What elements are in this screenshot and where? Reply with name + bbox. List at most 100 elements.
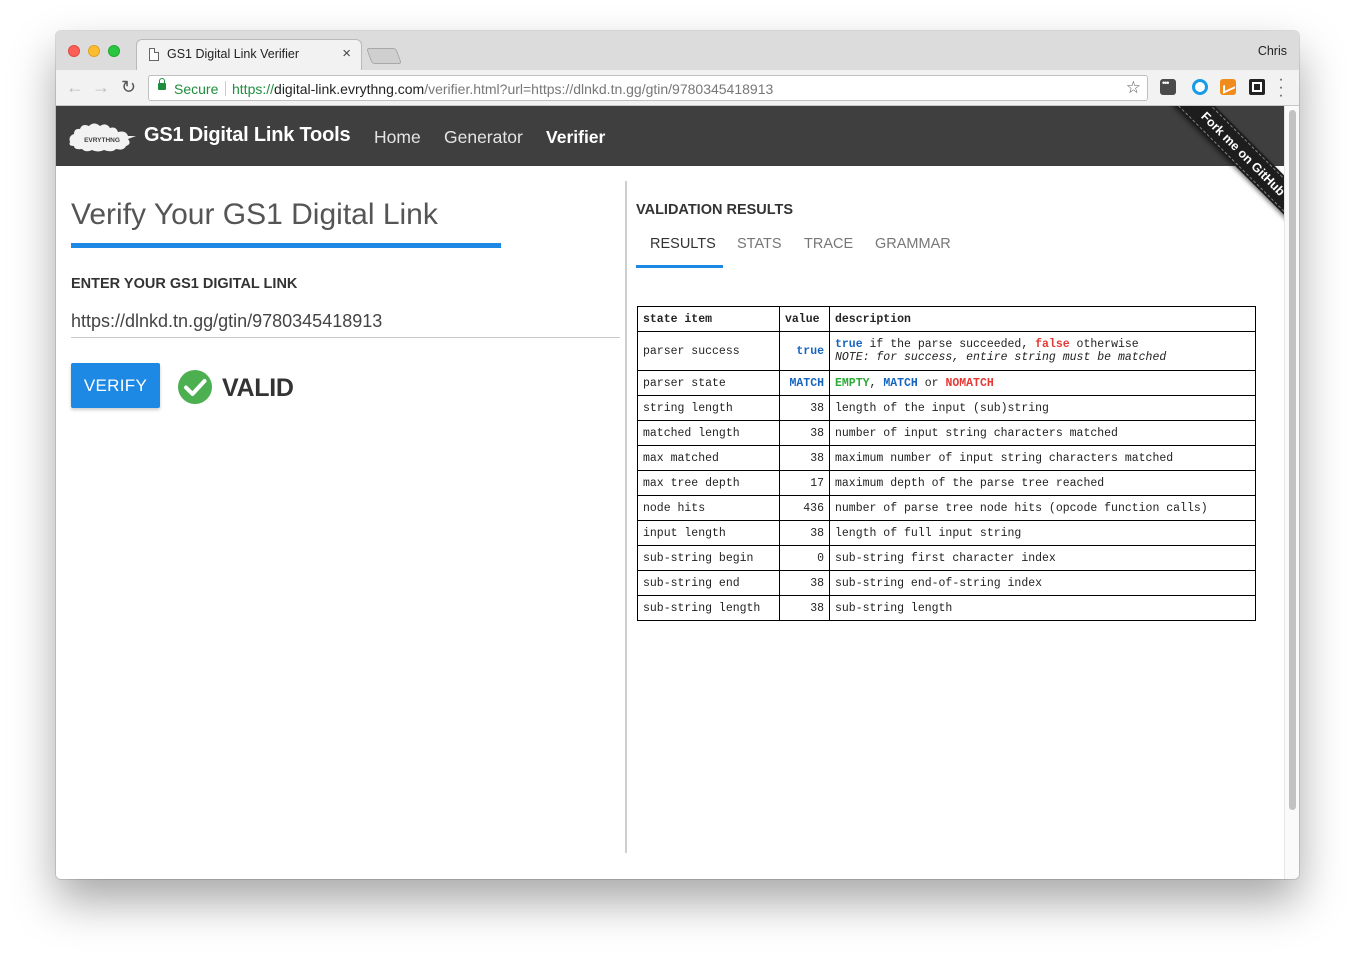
cell-description: number of input string characters matche…	[829, 420, 1256, 446]
browser-tab[interactable]: GS1 Digital Link Verifier ×	[136, 39, 362, 70]
digital-link-input[interactable]	[71, 306, 620, 338]
cell-description: sub-string first character index	[829, 545, 1256, 571]
table-row: parser success true true if the parse su…	[637, 331, 1256, 371]
cell-item: parser state	[637, 370, 780, 396]
cell-value: 38	[779, 570, 830, 596]
address-separator	[225, 81, 226, 96]
cell-description: number of parse tree node hits (opcode f…	[829, 495, 1256, 521]
cell-description: sub-string end-of-string index	[829, 570, 1256, 596]
cell-value: 38	[779, 595, 830, 621]
header-state-item: state item	[637, 306, 780, 332]
table-row: parser state MATCH EMPTY, MATCH or NOMAT…	[637, 370, 1256, 396]
table-row: sub-string end 38 sub-string end-of-string…	[637, 570, 1256, 596]
header-value: value	[779, 306, 830, 332]
profile-name[interactable]: Chris	[1258, 44, 1287, 58]
cell-description: length of the input (sub)string	[829, 395, 1256, 421]
table-row: input length 38 length of full input strin…	[637, 520, 1256, 546]
extension-square-icon[interactable]	[1249, 79, 1265, 95]
desc-text: or	[917, 376, 946, 390]
lock-icon	[158, 78, 166, 90]
browser-window: GS1 Digital Link Verifier × Chris ← → ↻ …	[56, 31, 1299, 879]
input-label: ENTER YOUR GS1 DIGITAL LINK	[71, 276, 298, 292]
results-table: state item value description parser succ…	[637, 306, 1256, 621]
tab-grammar[interactable]: GRAMMAR	[875, 236, 951, 252]
forward-icon[interactable]: →	[92, 76, 110, 98]
cell-value: 0	[779, 545, 830, 571]
table-row: string length 38 length of the input (sub)…	[637, 395, 1256, 421]
desc-text: ,	[869, 376, 884, 390]
active-tab-indicator	[636, 265, 723, 268]
page-scrollbar[interactable]	[1284, 106, 1299, 879]
header-description: description	[829, 306, 1256, 332]
secure-label: Secure	[174, 81, 219, 97]
scrollbar-thumb[interactable]	[1289, 110, 1296, 810]
page-icon	[149, 48, 159, 61]
cell-item: max matched	[637, 445, 780, 471]
evrythng-logo[interactable]: EVRYTHNG	[66, 120, 138, 154]
extension-dots-icon[interactable]	[1160, 78, 1176, 95]
extension-chart-icon[interactable]	[1220, 79, 1236, 95]
web-page: EVRYTHNG GS1 Digital Link Tools Home Gen…	[56, 106, 1284, 879]
maximize-window-button[interactable]	[108, 45, 120, 57]
close-window-button[interactable]	[68, 45, 80, 57]
nav-home-link[interactable]: Home	[374, 127, 421, 148]
validation-status: VALID	[222, 374, 294, 402]
cell-description: maximum depth of the parse tree reached	[829, 470, 1256, 496]
cell-description: maximum number of input string character…	[829, 445, 1256, 471]
url-scheme: https://	[232, 81, 275, 97]
cell-value: 17	[779, 470, 830, 496]
reload-icon[interactable]: ↻	[121, 76, 136, 98]
keyword-match: MATCH	[883, 376, 918, 390]
tab-title: GS1 Digital Link Verifier	[167, 47, 300, 61]
site-navbar: EVRYTHNG GS1 Digital Link Tools Home Gen…	[56, 106, 1284, 166]
cell-value: 38	[779, 445, 830, 471]
nav-verifier-link[interactable]: Verifier	[546, 127, 605, 148]
tab-trace[interactable]: TRACE	[804, 236, 853, 252]
title-underline	[71, 243, 501, 248]
table-row: node hits 436 number of parse tree node hi…	[637, 495, 1256, 521]
tab-results[interactable]: RESULTS	[650, 236, 716, 252]
table-row: max matched 38 maximum number of input str…	[637, 445, 1256, 471]
cell-value: 38	[779, 520, 830, 546]
url-host: digital-link.evrythng.com	[274, 81, 425, 97]
cell-item: sub-string length	[637, 595, 780, 621]
table-row: max tree depth 17 maximum depth of the par…	[637, 470, 1256, 496]
cell-description: EMPTY, MATCH or NOMATCH	[829, 370, 1256, 396]
nav-generator-link[interactable]: Generator	[444, 127, 523, 148]
table-header-row: state item value description	[637, 306, 1256, 332]
cell-item: sub-string begin	[637, 545, 780, 571]
cell-value: 436	[779, 495, 830, 521]
tab-close-icon[interactable]: ×	[342, 45, 351, 62]
table-row: sub-string length 38 sub-string length	[637, 595, 1256, 621]
cell-description: true if the parse succeeded, false other…	[829, 331, 1256, 371]
cell-item: sub-string end	[637, 570, 780, 596]
cell-item: parser success	[637, 331, 780, 371]
tab-stats[interactable]: STATS	[737, 236, 782, 252]
url-text[interactable]: https://digital-link.evrythng.com/verifi…	[232, 81, 773, 97]
logo-text: EVRYTHNG	[84, 137, 120, 144]
desc-text: if the parse succeeded,	[862, 338, 1036, 351]
desc-text: otherwise	[1069, 338, 1139, 351]
minimize-window-button[interactable]	[88, 45, 100, 57]
page-title: Verify Your GS1 Digital Link	[71, 198, 438, 231]
back-icon[interactable]: ←	[66, 76, 84, 98]
cell-value: 38	[779, 420, 830, 446]
validation-results-title: VALIDATION RESULTS	[636, 202, 794, 218]
cell-description: sub-string length	[829, 595, 1256, 621]
column-divider	[625, 181, 627, 853]
browser-menu-icon[interactable]: · · ·	[1278, 72, 1284, 104]
tab-strip: GS1 Digital Link Verifier × Chris	[56, 31, 1299, 70]
bookmark-star-icon[interactable]: ☆	[1126, 78, 1141, 98]
keyword-false: false	[1035, 338, 1070, 351]
new-tab-button[interactable]	[366, 48, 402, 64]
verify-button[interactable]: VERIFY	[71, 363, 160, 408]
cell-item: node hits	[637, 495, 780, 521]
cell-item: input length	[637, 520, 780, 546]
url-path: /verifier.html?url=https://dlnkd.tn.gg/g…	[424, 81, 774, 97]
address-bar[interactable]: Secure https://digital-link.evrythng.com…	[148, 75, 1148, 101]
cell-item: matched length	[637, 420, 780, 446]
extension-circle-icon[interactable]	[1192, 79, 1208, 95]
brand-title[interactable]: GS1 Digital Link Tools	[144, 124, 351, 147]
cell-value: MATCH	[779, 370, 830, 396]
table-row: sub-string begin 0 sub-string first charac…	[637, 545, 1256, 571]
